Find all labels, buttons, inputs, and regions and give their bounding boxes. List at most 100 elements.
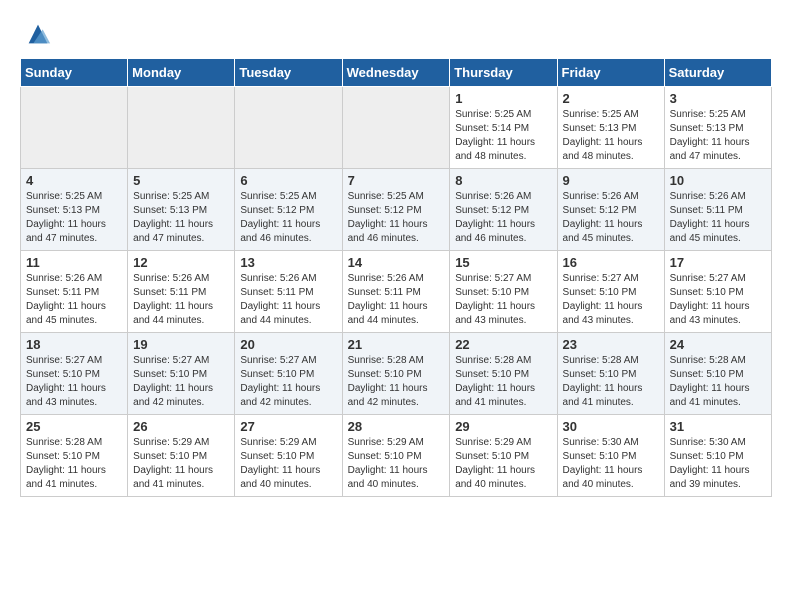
calendar-table: SundayMondayTuesdayWednesdayThursdayFrid… [20,58,772,497]
daylight-text: Daylight: 11 hours and 43 minutes. [26,383,106,408]
sunset-text: Sunset: 5:13 PM [26,205,100,216]
calendar-cell: 12Sunrise: 5:26 AM Sunset: 5:11 PM Dayli… [128,251,235,333]
sunrise-text: Sunrise: 5:26 AM [563,191,639,202]
calendar-week-row: 1Sunrise: 5:25 AM Sunset: 5:14 PM Daylig… [21,87,772,169]
sunrise-text: Sunrise: 5:25 AM [133,191,209,202]
sunset-text: Sunset: 5:10 PM [133,369,207,380]
calendar-cell: 13 Sunrise: 5:26 AM Sunset: 5:11 PM Dayli… [235,251,342,333]
day-number: 28 [348,419,445,434]
calendar-cell: 19 Sunrise: 5:27 AM Sunset: 5:10 PM Dayli… [128,333,235,415]
sunrise-text: Sunrise: 5:30 AM [563,437,639,448]
calendar-week-row: 11Sunrise: 5:26 AM Sunset: 5:11 PM Dayli… [21,251,772,333]
sunrise-text: Sunrise: 5:25 AM [455,109,531,120]
cell-content: Sunrise: 5:28 AM Sunset: 5:10 PM Dayligh… [348,354,445,410]
calendar-cell [21,87,128,169]
sunrise-text: Sunrise: 5:30 AM [670,437,746,448]
cell-content: Sunrise: 5:27 AM Sunset: 5:10 PM Dayligh… [670,272,766,328]
sunset-text: Sunset: 5:10 PM [455,369,529,380]
daylight-text: Daylight: 11 hours and 47 minutes. [670,137,750,162]
calendar-cell: 23Sunrise: 5:28 AM Sunset: 5:10 PM Dayli… [557,333,664,415]
sunset-text: Sunset: 5:12 PM [348,205,422,216]
sunrise-text: Sunrise: 5:28 AM [670,355,746,366]
sunrise-text: Sunrise: 5:29 AM [348,437,424,448]
sunset-text: Sunset: 5:12 PM [563,205,637,216]
day-number: 4 [26,173,122,188]
sunrise-text: Sunrise: 5:29 AM [240,437,316,448]
sunrise-text: Sunrise: 5:25 AM [240,191,316,202]
daylight-text: Daylight: 11 hours and 46 minutes. [240,219,320,244]
daylight-text: Daylight: 11 hours and 44 minutes. [133,301,213,326]
calendar-cell: 10Sunrise: 5:26 AM Sunset: 5:11 PM Dayli… [664,169,771,251]
daylight-text: Daylight: 11 hours and 45 minutes. [670,219,750,244]
daylight-text: Daylight: 11 hours and 41 minutes. [133,465,213,490]
sunset-text: Sunset: 5:10 PM [240,369,314,380]
calendar-cell: 26Sunrise: 5:29 AM Sunset: 5:10 PM Dayli… [128,415,235,497]
calendar-cell: 18Sunrise: 5:27 AM Sunset: 5:10 PM Dayli… [21,333,128,415]
daylight-text: Daylight: 11 hours and 40 minutes. [348,465,428,490]
daylight-text: Daylight: 11 hours and 44 minutes. [240,301,320,326]
cell-content: Sunrise: 5:29 AM Sunset: 5:10 PM Dayligh… [133,436,229,492]
cell-content: Sunrise: 5:29 AM Sunset: 5:10 PM Dayligh… [348,436,445,492]
sunset-text: Sunset: 5:14 PM [455,123,529,134]
day-number: 20 [240,337,336,352]
daylight-text: Daylight: 11 hours and 48 minutes. [455,137,535,162]
daylight-text: Daylight: 11 hours and 41 minutes. [455,383,535,408]
daylight-text: Daylight: 11 hours and 44 minutes. [348,301,428,326]
day-number: 16 [563,255,659,270]
daylight-text: Daylight: 11 hours and 42 minutes. [133,383,213,408]
day-number: 13 [240,255,336,270]
day-of-week-header: Saturday [664,59,771,87]
sunrise-text: Sunrise: 5:27 AM [26,355,102,366]
cell-content: Sunrise: 5:25 AM Sunset: 5:12 PM Dayligh… [348,190,445,246]
calendar-cell: 27Sunrise: 5:29 AM Sunset: 5:10 PM Dayli… [235,415,342,497]
day-number: 24 [670,337,766,352]
sunset-text: Sunset: 5:12 PM [240,205,314,216]
daylight-text: Daylight: 11 hours and 46 minutes. [455,219,535,244]
sunrise-text: Sunrise: 5:26 AM [133,273,209,284]
day-number: 19 [133,337,229,352]
calendar-cell [235,87,342,169]
day-number: 7 [348,173,445,188]
logo [20,20,52,48]
day-number: 22 [455,337,551,352]
calendar-cell: 16Sunrise: 5:27 AM Sunset: 5:10 PM Dayli… [557,251,664,333]
sunset-text: Sunset: 5:12 PM [455,205,529,216]
calendar-cell: 30Sunrise: 5:30 AM Sunset: 5:10 PM Dayli… [557,415,664,497]
calendar-cell: 25 Sunrise: 5:28 AM Sunset: 5:10 PM Dayli… [21,415,128,497]
calendar-cell: 31Sunrise: 5:30 AM Sunset: 5:10 PM Dayli… [664,415,771,497]
cell-content: Sunrise: 5:25 AM Sunset: 5:13 PM Dayligh… [563,108,659,164]
cell-content: Sunrise: 5:25 AM Sunset: 5:14 PM Dayligh… [455,108,551,164]
cell-content: Sunrise: 5:25 AM Sunset: 5:12 PM Dayligh… [240,190,336,246]
daylight-text: Daylight: 11 hours and 45 minutes. [563,219,643,244]
daylight-text: Daylight: 11 hours and 42 minutes. [240,383,320,408]
sunset-text: Sunset: 5:10 PM [670,451,744,462]
sunset-text: Sunset: 5:10 PM [348,369,422,380]
daylight-text: Daylight: 11 hours and 43 minutes. [670,301,750,326]
sunset-text: Sunset: 5:10 PM [563,369,637,380]
cell-content: Sunrise: 5:27 AM Sunset: 5:10 PM Dayligh… [133,354,229,410]
day-of-week-header: Monday [128,59,235,87]
daylight-text: Daylight: 11 hours and 47 minutes. [133,219,213,244]
day-number: 5 [133,173,229,188]
sunrise-text: Sunrise: 5:26 AM [455,191,531,202]
daylight-text: Daylight: 11 hours and 41 minutes. [563,383,643,408]
day-number: 25 [26,419,122,434]
cell-content: Sunrise: 5:26 AM Sunset: 5:11 PM Dayligh… [670,190,766,246]
cell-content: Sunrise: 5:28 AM Sunset: 5:10 PM Dayligh… [26,436,122,492]
calendar-cell: 9Sunrise: 5:26 AM Sunset: 5:12 PM Daylig… [557,169,664,251]
sunrise-text: Sunrise: 5:29 AM [455,437,531,448]
cell-content: Sunrise: 5:26 AM Sunset: 5:11 PM Dayligh… [240,272,336,328]
sunset-text: Sunset: 5:10 PM [26,451,100,462]
sunrise-text: Sunrise: 5:28 AM [455,355,531,366]
daylight-text: Daylight: 11 hours and 40 minutes. [240,465,320,490]
sunset-text: Sunset: 5:13 PM [670,123,744,134]
cell-content: Sunrise: 5:27 AM Sunset: 5:10 PM Dayligh… [455,272,551,328]
day-number: 6 [240,173,336,188]
logo-icon [24,20,52,48]
sunset-text: Sunset: 5:10 PM [563,451,637,462]
daylight-text: Daylight: 11 hours and 45 minutes. [26,301,106,326]
daylight-text: Daylight: 11 hours and 42 minutes. [348,383,428,408]
cell-content: Sunrise: 5:26 AM Sunset: 5:12 PM Dayligh… [563,190,659,246]
cell-content: Sunrise: 5:25 AM Sunset: 5:13 PM Dayligh… [26,190,122,246]
calendar-header-row: SundayMondayTuesdayWednesdayThursdayFrid… [21,59,772,87]
